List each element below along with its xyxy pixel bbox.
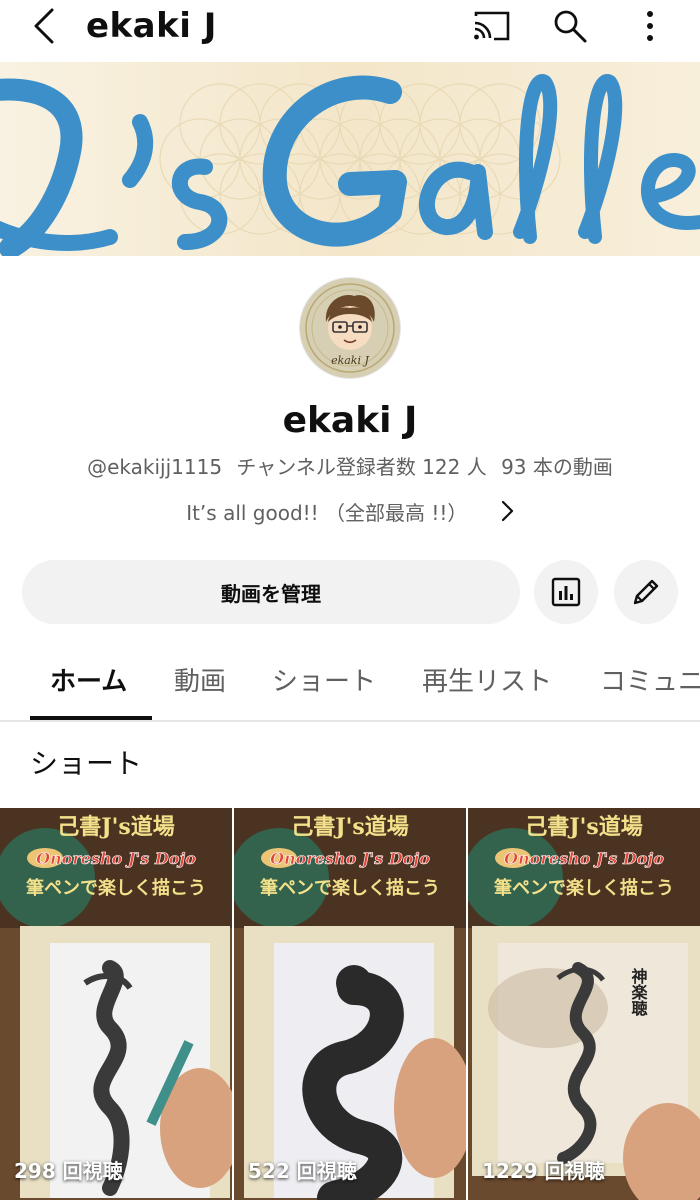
edit-channel-button[interactable] <box>614 560 678 624</box>
edit-pencil-icon <box>633 579 659 605</box>
overlay-title: 己書J's道場 <box>525 814 643 840</box>
overlay-title: 己書J's道場 <box>57 814 175 840</box>
tab-playlists[interactable]: 再生リスト <box>422 650 552 718</box>
channel-meta: @ekakijj1115 チャンネル登録者数 122 人 93 本の動画 <box>0 450 700 484</box>
tab-shorts[interactable]: ショート <box>272 650 376 718</box>
view-count: 298 回視聴 <box>14 1159 123 1183</box>
more-vert-icon <box>647 11 653 41</box>
overlay-caption: 筆ペンで楽しく描こう <box>26 877 206 899</box>
cast-icon <box>474 11 510 41</box>
cast-button[interactable] <box>470 6 514 46</box>
short-video-card[interactable]: 己書J's道場 Onoresho J's Dojo 筆ペンで楽しく描こう 522… <box>234 808 466 1200</box>
channel-tabs: ホーム 動画 ショート 再生リスト コミュニ <box>0 650 700 722</box>
video-count: 93 本の動画 <box>501 455 613 479</box>
analytics-button[interactable] <box>534 560 598 624</box>
top-app-bar: ekaki J <box>0 0 700 60</box>
banner-artwork <box>0 62 700 256</box>
back-button[interactable] <box>24 6 64 46</box>
overlay-subtitle: Onoresho J's Dojo <box>270 849 430 868</box>
overlay-caption: 筆ペンで楽しく描こう <box>260 877 440 899</box>
short-thumbnail: 己書J's道場 Onoresho J's Dojo 筆ペンで楽しく描こう <box>0 808 232 1200</box>
overlay-subtitle: Onoresho J's Dojo <box>504 849 664 868</box>
search-icon <box>554 10 587 43</box>
app-title: ekaki J <box>86 6 217 46</box>
active-tab-indicator <box>30 716 152 720</box>
view-count: 522 回視聴 <box>248 1159 357 1183</box>
short-video-card[interactable]: 神楽聴 己書J's道場 Onoresho J's Dojo 筆ペンで楽しく描こう… <box>468 808 700 1200</box>
search-button[interactable] <box>548 6 592 46</box>
tab-community[interactable]: コミュニ <box>600 650 700 718</box>
chevron-right-icon <box>500 498 514 532</box>
channel-description[interactable]: It’s all good!! （全部最高 !!） <box>0 496 700 532</box>
back-arrow-icon <box>34 8 54 44</box>
channel-name: ekaki J <box>282 400 418 441</box>
channel-banner <box>0 62 700 256</box>
overlay-caption: 筆ペンで楽しく描こう <box>494 877 674 899</box>
artwork-calligraphy: 神楽聴 <box>629 967 649 1017</box>
tab-videos[interactable]: 動画 <box>174 650 226 718</box>
subscriber-count: チャンネル登録者数 122 人 <box>236 455 487 479</box>
overlay-subtitle: Onoresho J's Dojo <box>36 849 196 868</box>
channel-handle[interactable]: @ekakijj1115 <box>87 455 222 479</box>
view-count: 1229 回視聴 <box>482 1159 605 1183</box>
short-thumbnail: 神楽聴 己書J's道場 Onoresho J's Dojo 筆ペンで楽しく描こう <box>468 808 700 1200</box>
shorts-shelf: 己書J's道場 Onoresho J's Dojo 筆ペンで楽しく描こう 298… <box>0 808 700 1200</box>
channel-avatar[interactable]: ekaki J <box>300 278 400 378</box>
overlay-title: 己書J's道場 <box>291 814 409 840</box>
more-options-button[interactable] <box>628 6 672 46</box>
description-text: It’s all good!! （全部最高 !!） <box>186 501 468 525</box>
tab-home[interactable]: ホーム <box>50 650 127 718</box>
avatar-illustration: ekaki J <box>300 278 400 378</box>
manage-videos-button[interactable]: 動画を管理 <box>22 560 520 624</box>
shorts-section-title: ショート <box>30 747 143 780</box>
analytics-icon <box>551 577 581 607</box>
short-thumbnail: 己書J's道場 Onoresho J's Dojo 筆ペンで楽しく描こう <box>234 808 466 1200</box>
short-video-card[interactable]: 己書J's道場 Onoresho J's Dojo 筆ペンで楽しく描こう 298… <box>0 808 232 1200</box>
svg-text:ekaki J: ekaki J <box>331 354 369 367</box>
